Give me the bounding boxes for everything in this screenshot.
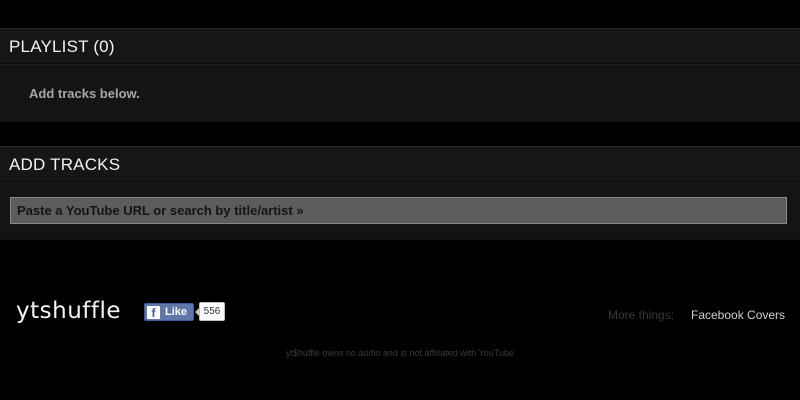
- page: PLAYLIST (0) Add tracks below. ADD TRACK…: [0, 0, 800, 400]
- facebook-like-count: 556: [195, 302, 225, 321]
- facebook-like-button[interactable]: f Like: [144, 303, 195, 321]
- add-tracks-title: ADD TRACKS: [0, 146, 800, 182]
- playlist-empty-message: Add tracks below.: [29, 86, 140, 101]
- facebook-like-label: Like: [165, 306, 188, 318]
- facebook-covers-link[interactable]: Facebook Covers: [691, 308, 785, 322]
- add-tracks-panel: ADD TRACKS: [0, 146, 800, 240]
- footer-disclaimer: yt$huffle owns no audio and is not affil…: [285, 348, 514, 358]
- playlist-panel: PLAYLIST (0) Add tracks below.: [0, 28, 800, 122]
- facebook-icon: f: [147, 305, 160, 320]
- more-things-label: More things:: [608, 308, 675, 322]
- playlist-title: PLAYLIST (0): [0, 28, 800, 64]
- track-search-input[interactable]: [10, 197, 787, 224]
- site-logo[interactable]: ytshuffle: [16, 298, 121, 324]
- playlist-body: Add tracks below.: [0, 64, 800, 120]
